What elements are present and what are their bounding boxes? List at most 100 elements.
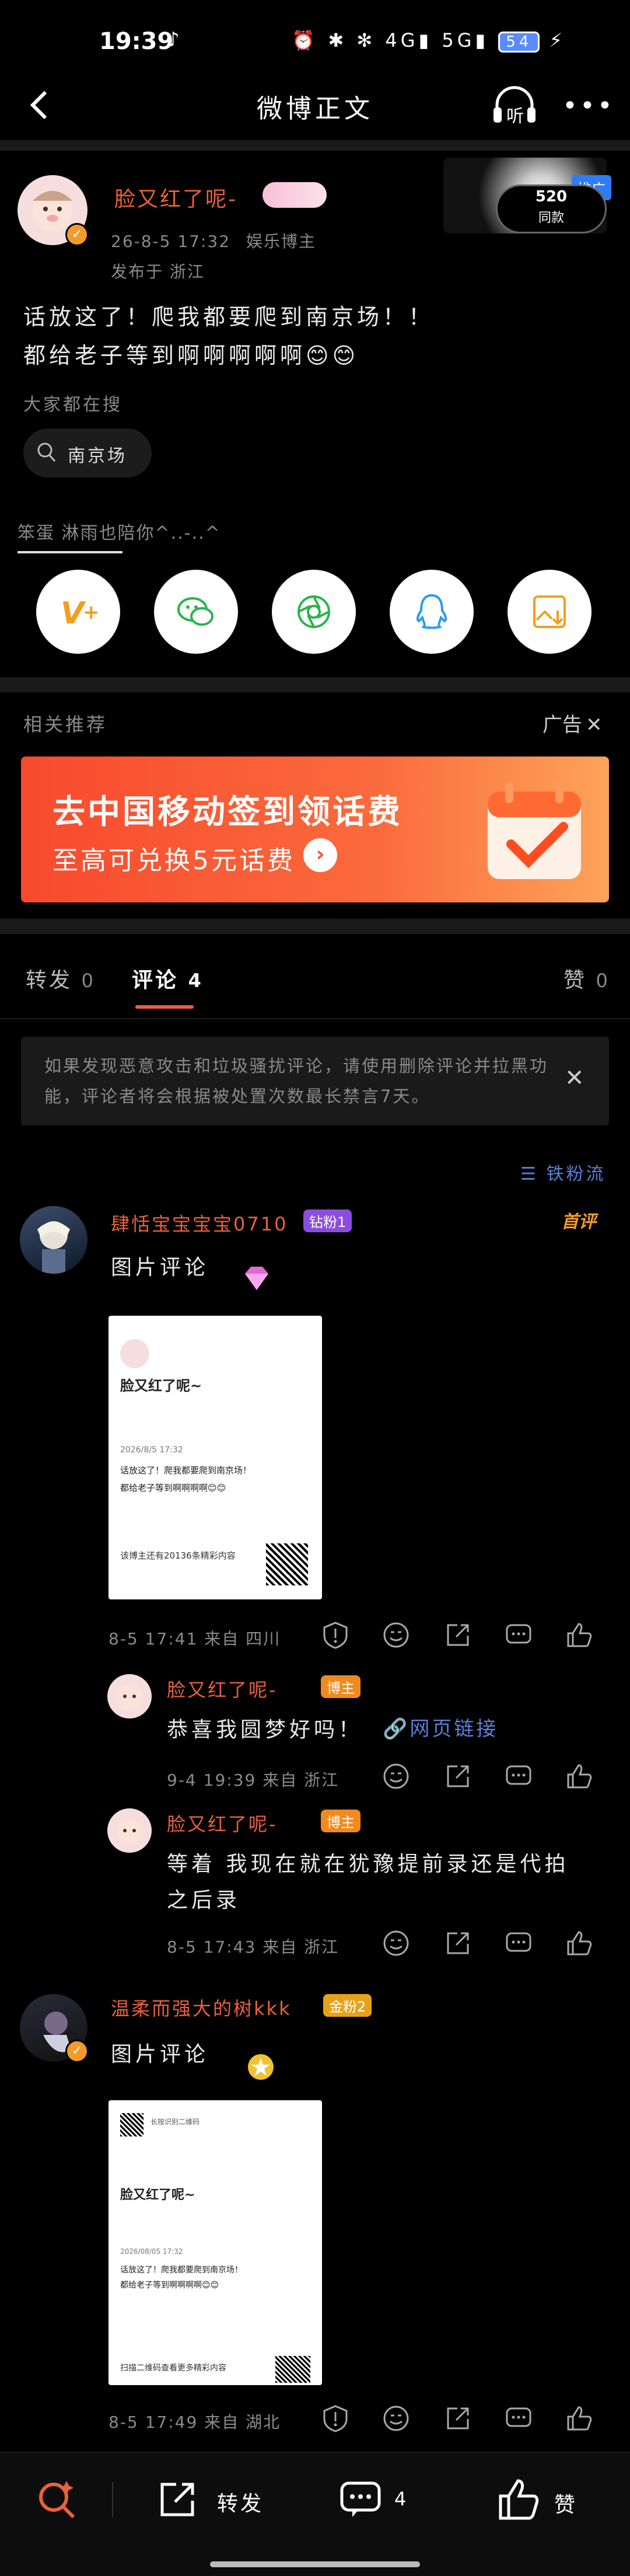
emoji-icon[interactable] <box>382 1762 411 1791</box>
commenter-avatar[interactable] <box>20 1206 88 1274</box>
like-icon[interactable] <box>565 2404 594 2433</box>
comment-actions <box>321 1620 595 1650</box>
banner-subtitle: 至高可兑换5元话费 <box>52 846 295 876</box>
reply-avatar[interactable] <box>107 1674 152 1719</box>
ad-close[interactable]: 广告 ✕ <box>542 709 603 737</box>
commenter-name[interactable]: 肆恬宝宝宝宝0710 <box>111 1209 288 1236</box>
tiktok-icon: ♪ <box>167 28 180 51</box>
reply-icon[interactable] <box>504 1620 533 1650</box>
emoji-icon[interactable] <box>382 2404 411 2433</box>
comment-actions <box>321 2404 595 2433</box>
moments-icon <box>298 595 330 628</box>
nav-bar: 微博正文 听 ••• <box>0 76 630 140</box>
comment-icon <box>340 2481 381 2517</box>
ad-text-top: 520 <box>535 188 568 205</box>
divider <box>0 1018 630 1019</box>
tab-repost-count: 0 <box>81 970 96 992</box>
reply-icon[interactable] <box>504 2404 533 2433</box>
reply-name[interactable]: 脸又红了呢- <box>167 1810 278 1836</box>
tab-repost[interactable]: 转发 0 <box>26 963 96 994</box>
post-text-line1: 话放这了！爬我都要爬到南京场！！ <box>23 304 435 330</box>
tab-comment[interactable]: 评论 4 <box>132 963 204 994</box>
reply-meta: 9-4 19:39 来自 浙江 <box>167 1770 340 1790</box>
report-icon[interactable] <box>321 2404 350 2433</box>
author-name[interactable]: 脸又红了呢- <box>114 182 237 212</box>
member-badge-icon <box>262 182 327 208</box>
share-icon[interactable] <box>443 2404 473 2433</box>
share-vplus-button[interactable]: V + <box>36 570 120 654</box>
ad-banner[interactable]: 去中国移动签到领话费 至高可兑换5元话费 › <box>21 757 609 902</box>
card-date: 2026/8/5 17:32 <box>120 1445 183 1455</box>
reply-name[interactable]: 脸又红了呢- <box>167 1675 278 1702</box>
search-label: 大家都在搜 <box>23 395 123 415</box>
like-icon <box>499 2479 539 2520</box>
tab-repost-label: 转发 <box>26 968 73 992</box>
fans-flow-label: 铁粉流 <box>546 1164 606 1184</box>
like-button[interactable]: 赞 <box>496 2476 595 2523</box>
ad-button[interactable]: 520 同款 <box>496 184 607 233</box>
card-footer: 该博主还有20136条精彩内容 <box>120 1550 236 1561</box>
bottom-bar: 转发 4 赞 <box>0 2452 630 2576</box>
repost-button[interactable]: 转发 <box>156 2476 273 2523</box>
ad-label: 广告 <box>542 713 582 737</box>
share-wechat-button[interactable] <box>154 570 238 654</box>
card-avatar <box>120 1339 149 1368</box>
verified-icon: ✓ <box>65 2040 89 2063</box>
home-indicator[interactable] <box>210 2561 420 2567</box>
emoji-icon[interactable] <box>382 1929 411 1958</box>
ai-search-icon[interactable] <box>34 2477 78 2522</box>
close-icon[interactable]: ✕ <box>565 1065 584 1092</box>
blogger-badge: 博主 <box>321 1675 360 1698</box>
ad-text-bottom: 同款 <box>538 211 564 225</box>
divider <box>0 919 630 934</box>
fan-badge: 金粉2 <box>323 1994 372 2017</box>
tab-like[interactable]: 赞 0 <box>564 963 610 994</box>
sort-icon: ☰ <box>520 1164 538 1184</box>
reply-icon[interactable] <box>504 1762 533 1791</box>
listen-button[interactable]: 听 <box>490 82 539 128</box>
comment-image-card[interactable]: 长按识别二维码 脸又红了呢~ 2026/08/05 17:32 话放这了！爬我都… <box>108 2100 322 2385</box>
recommend-label: 相关推荐 <box>23 713 108 735</box>
first-comment-tag: 首评 <box>561 1212 596 1232</box>
reply-meta: 8-5 17:43 来自 浙江 <box>167 1937 340 1957</box>
blogger-badge: 博主 <box>321 1810 360 1832</box>
qr-code-icon <box>266 1543 308 1585</box>
share-qq-button[interactable] <box>390 570 474 654</box>
vplus-icon: V+ <box>61 596 99 631</box>
reply-icon[interactable] <box>504 1929 533 1958</box>
like-icon[interactable] <box>565 1620 594 1650</box>
star-medal-icon <box>245 2051 276 2083</box>
reply-avatar[interactable] <box>107 1808 152 1853</box>
commenter-name[interactable]: 温柔而强大的树kkk <box>111 1994 292 2021</box>
report-icon[interactable] <box>321 1620 350 1650</box>
search-chip[interactable]: 南京场 <box>23 428 152 477</box>
fans-flow-button[interactable]: ☰ 铁粉流 <box>520 1159 606 1185</box>
repost-icon <box>160 2483 194 2516</box>
like-label: 赞 <box>554 2493 576 2517</box>
comment-button[interactable]: 4 <box>338 2476 432 2523</box>
status-time: 19:39 <box>99 28 174 55</box>
calendar-icon <box>476 768 593 885</box>
share-icon[interactable] <box>443 1620 473 1650</box>
card-author: 脸又红了呢~ <box>120 1378 202 1394</box>
comment-image-card[interactable]: 脸又红了呢~ 2026/8/5 17:32 话放这了！爬我都要爬到南京场！ 都给… <box>108 1316 322 1599</box>
card-line2: 都给老子等到啊啊啊啊😊😊 <box>120 2281 219 2290</box>
share-moments-button[interactable] <box>272 570 356 654</box>
comment-text: 图片评论 <box>111 2042 209 2066</box>
web-link[interactable]: 🔗网页链接 <box>383 1713 498 1741</box>
reply-text-line1: 等着 我现在就在犹豫提前录还是代拍 <box>167 1852 569 1876</box>
wechat-icon <box>177 597 214 626</box>
more-icon[interactable]: ••• <box>562 91 615 121</box>
divider <box>0 140 630 151</box>
footer-note: 笨蛋 淋雨也陪你^..-..^ <box>18 523 221 543</box>
post-date: 26-8-5 17:32 <box>111 232 231 251</box>
save-image-button[interactable] <box>508 570 592 654</box>
emoji-icon[interactable] <box>382 1620 411 1650</box>
share-icon[interactable] <box>443 1762 473 1791</box>
like-icon[interactable] <box>565 1762 594 1791</box>
close-icon[interactable]: ✕ <box>586 713 603 737</box>
share-icon[interactable] <box>443 1929 473 1958</box>
fan-badge: 钻粉1 <box>303 1209 352 1232</box>
like-icon[interactable] <box>565 1929 594 1958</box>
verified-icon: ✓ <box>65 223 89 246</box>
